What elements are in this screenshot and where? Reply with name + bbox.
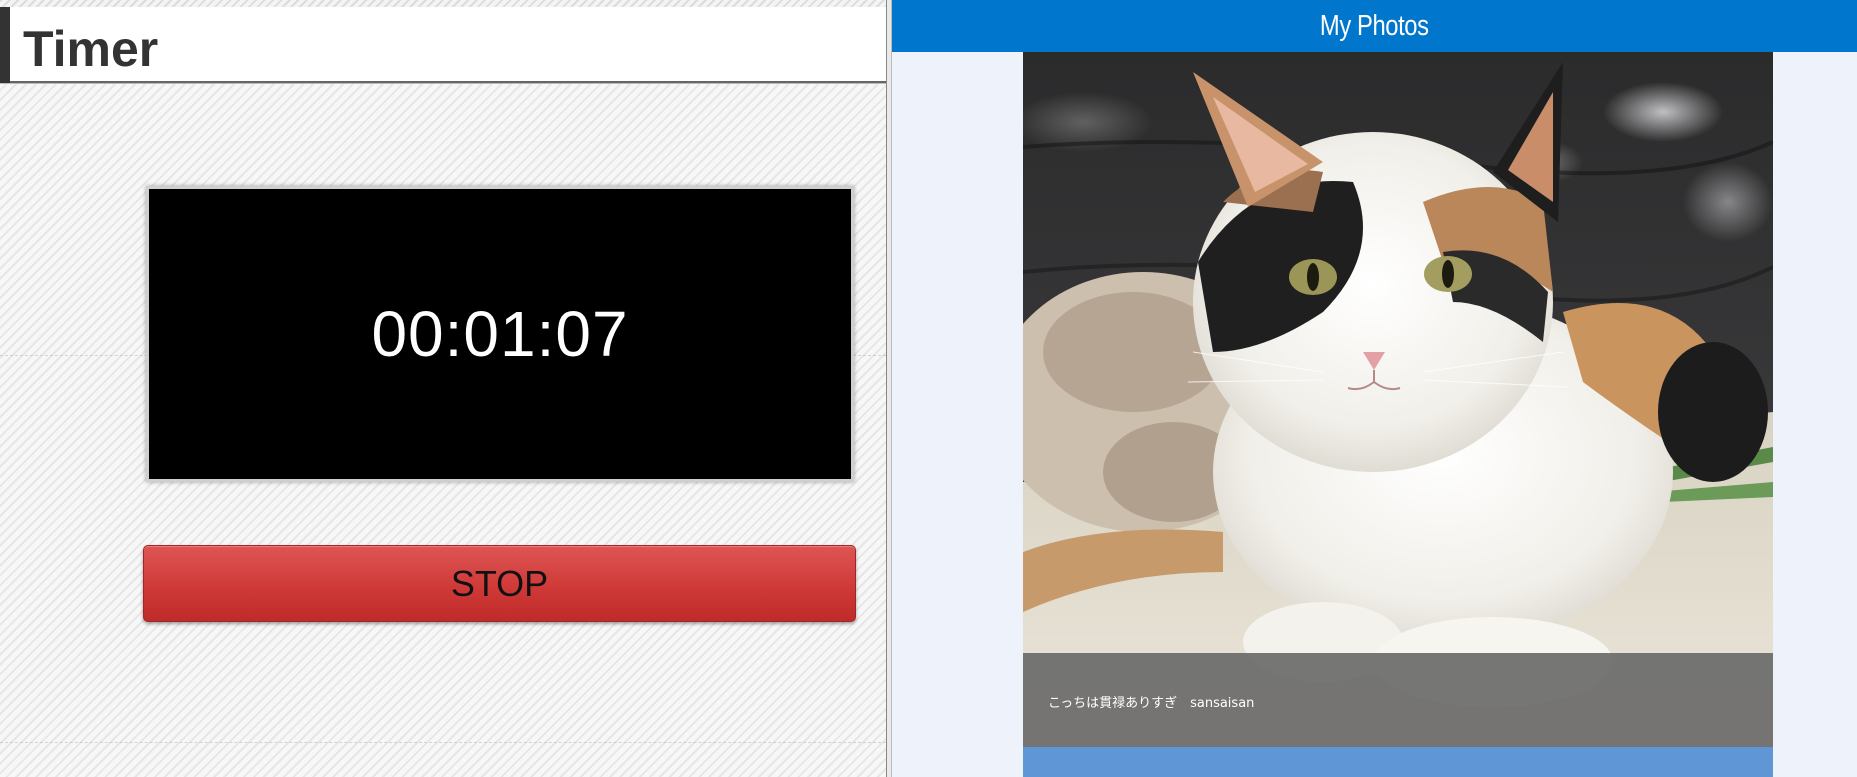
timer-display: 00:01:07 — [146, 186, 854, 482]
timer-app: Timer 00:01:07 STOP — [0, 0, 886, 777]
photo-caption: こっちは貫禄ありすぎ sansaisan — [1048, 696, 1255, 711]
background-dash-line — [0, 742, 886, 743]
page-title: Timer — [23, 21, 159, 77]
photos-header: My Photos — [892, 0, 1857, 52]
stop-button[interactable]: STOP — [143, 545, 856, 622]
photos-title: My Photos — [1320, 9, 1429, 42]
photos-app: My Photos こっちは貫禄ありすぎ sansaisan — [892, 0, 1857, 777]
photo-card[interactable]: こっちは貫禄ありすぎ sansaisan — [1023, 52, 1773, 777]
photo-caption-bar: こっちは貫禄ありすぎ sansaisan — [1023, 653, 1773, 747]
next-photo-preview[interactable] — [1023, 747, 1773, 777]
top-stripe-decoration — [0, 0, 886, 7]
stop-button-label: STOP — [450, 562, 549, 604]
elapsed-time: 00:01:07 — [371, 298, 629, 370]
cat-photo — [1023, 52, 1773, 747]
timer-header: Timer — [0, 7, 886, 83]
header-accent-bar — [0, 7, 10, 83]
